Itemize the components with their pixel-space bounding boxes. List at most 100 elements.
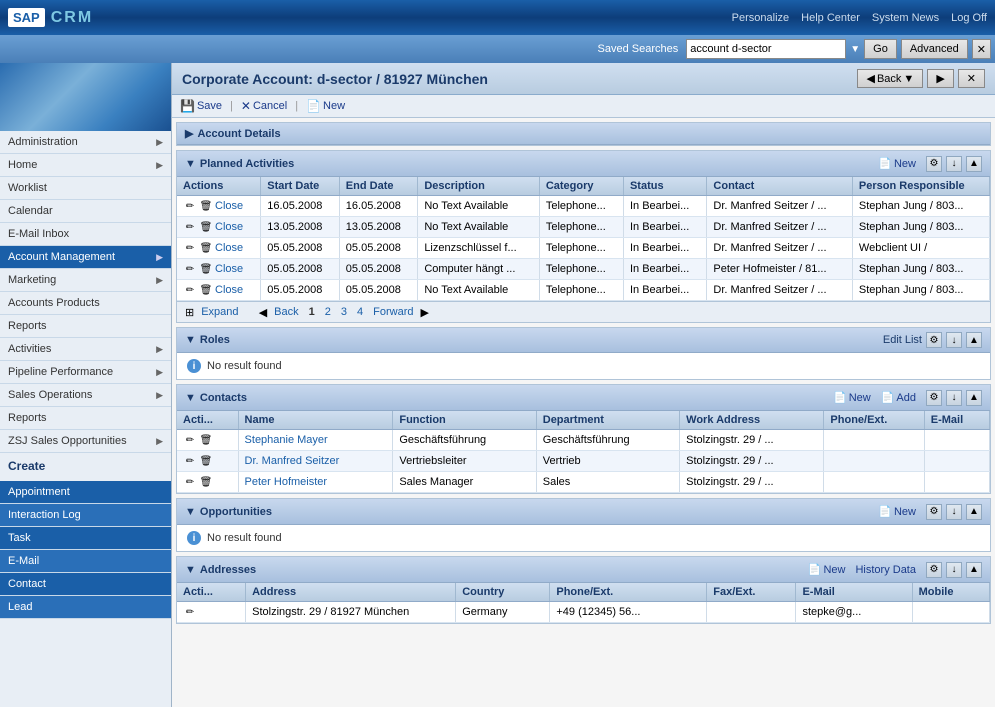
edit-icon[interactable]: ✏ — [183, 220, 197, 234]
page-4[interactable]: 4 — [354, 305, 366, 319]
edit-icon[interactable]: ✏ — [183, 454, 197, 468]
contacts-new-button[interactable]: 📄 New — [833, 391, 871, 404]
addr-history-button[interactable]: History Data — [855, 564, 916, 576]
section-config-icon[interactable]: ⚙ — [926, 156, 942, 172]
log-off-link[interactable]: Log Off — [951, 12, 987, 24]
delete-icon[interactable]: 🗑 — [199, 241, 213, 255]
sidebar-item-activities[interactable]: Activities ▶ — [0, 338, 171, 361]
page-3[interactable]: 3 — [338, 305, 350, 319]
edit-list-btn[interactable]: Edit List — [883, 334, 922, 346]
sidebar-item-email-inbox[interactable]: E-Mail Inbox — [0, 223, 171, 246]
opportunities-header[interactable]: ▼ Opportunities 📄 New ⚙ ↓ ▲ — [177, 499, 990, 525]
delete-icon[interactable]: 🗑 — [199, 475, 213, 489]
sidebar-item-marketing[interactable]: Marketing ▶ — [0, 269, 171, 292]
page-2[interactable]: 2 — [322, 305, 334, 319]
cell-name[interactable]: Peter Hofmeister — [238, 472, 393, 493]
addr-new-button[interactable]: 📄 New — [808, 563, 846, 576]
roles-header[interactable]: ▼ Roles Edit List ⚙ ↓ ▲ — [177, 328, 990, 353]
create-lead[interactable]: Lead — [0, 596, 171, 619]
roles-config-icon[interactable]: ⚙ — [926, 332, 942, 348]
section-collapse-icon[interactable]: ▲ — [966, 156, 982, 172]
roles-export-icon[interactable]: ↓ — [946, 332, 962, 348]
addr-export-icon[interactable]: ↓ — [946, 562, 962, 578]
sidebar-item-account-management[interactable]: Account Management ▶ — [0, 246, 171, 269]
sidebar-item-calendar[interactable]: Calendar — [0, 200, 171, 223]
sidebar-item-worklist[interactable]: Worklist — [0, 177, 171, 200]
pagination-forward[interactable]: Forward — [370, 305, 416, 319]
edit-icon[interactable]: ✏ — [183, 199, 197, 213]
create-title: Create — [8, 459, 163, 473]
cell-department: Sales — [536, 472, 679, 493]
contacts-export-icon[interactable]: ↓ — [946, 390, 962, 406]
create-contact[interactable]: Contact — [0, 573, 171, 596]
cell-address: Stolzingstr. 29 / 81927 München — [246, 602, 456, 623]
personalize-link[interactable]: Personalize — [732, 12, 789, 24]
create-appointment[interactable]: Appointment — [0, 481, 171, 504]
contacts-config-icon[interactable]: ⚙ — [926, 390, 942, 406]
section-export-icon[interactable]: ↓ — [946, 156, 962, 172]
opps-new-button[interactable]: 📄 New — [878, 505, 916, 518]
back-dropdown-icon[interactable]: ▼ — [903, 73, 914, 85]
system-news-link[interactable]: System News — [872, 12, 939, 24]
sidebar-item-reports-1[interactable]: Reports — [0, 315, 171, 338]
close-link[interactable]: Close — [215, 284, 243, 296]
edit-icon[interactable]: ✏ — [183, 262, 197, 276]
close-link[interactable]: Close — [215, 242, 243, 254]
close-window-button[interactable]: ✕ — [958, 69, 985, 88]
contacts-collapse-icon[interactable]: ▲ — [966, 390, 982, 406]
addr-collapse-icon[interactable]: ▲ — [966, 562, 982, 578]
delete-icon[interactable]: 🗑 — [199, 220, 213, 234]
edit-icon[interactable]: ✏ — [183, 475, 197, 489]
create-email[interactable]: E-Mail — [0, 550, 171, 573]
expand-btn[interactable]: ⊞ — [185, 306, 194, 319]
addresses-header[interactable]: ▼ Addresses 📄 New History Data ⚙ ↓ — [177, 557, 990, 583]
create-interaction-log[interactable]: Interaction Log — [0, 504, 171, 527]
cell-name[interactable]: Stephanie Mayer — [238, 430, 393, 451]
edit-icon[interactable]: ✏ — [183, 283, 197, 297]
sidebar-item-reports-2[interactable]: Reports — [0, 407, 171, 430]
delete-icon[interactable]: 🗑 — [199, 199, 213, 213]
edit-icon[interactable]: ✏ — [183, 241, 197, 255]
delete-icon[interactable]: 🗑 — [199, 454, 213, 468]
delete-icon[interactable]: 🗑 — [199, 283, 213, 297]
page-1[interactable]: 1 — [306, 305, 318, 319]
edit-icon[interactable]: ✏ — [183, 433, 197, 447]
edit-icon[interactable]: ✏ — [183, 605, 197, 619]
contacts-header[interactable]: ▼ Contacts 📄 New 📄 Add ⚙ — [177, 385, 990, 411]
roles-collapse-icon[interactable]: ▲ — [966, 332, 982, 348]
saved-searches-input[interactable] — [686, 39, 846, 59]
opps-config-icon[interactable]: ⚙ — [926, 504, 942, 520]
back-button[interactable]: ◀ Back ▼ — [857, 69, 923, 88]
close-button[interactable]: ✕ — [972, 39, 991, 59]
planned-activities-new-button[interactable]: 📄 New — [878, 157, 916, 170]
advanced-button[interactable]: Advanced — [901, 39, 968, 59]
sidebar-item-administration[interactable]: Administration ▶ — [0, 131, 171, 154]
close-link[interactable]: Close — [215, 263, 243, 275]
contacts-add-button[interactable]: 📄 Add — [881, 391, 916, 404]
planned-activities-header[interactable]: ▼ Planned Activities 📄 New ⚙ ↓ ▲ — [177, 151, 990, 177]
expand-link[interactable]: Expand — [198, 305, 241, 319]
addr-config-icon[interactable]: ⚙ — [926, 562, 942, 578]
sidebar-item-pipeline-performance[interactable]: Pipeline Performance ▶ — [0, 361, 171, 384]
account-details-header[interactable]: ▶ Account Details — [177, 123, 990, 145]
close-link[interactable]: Close — [215, 200, 243, 212]
opps-collapse-icon[interactable]: ▲ — [966, 504, 982, 520]
go-button[interactable]: Go — [864, 39, 897, 59]
help-center-link[interactable]: Help Center — [801, 12, 860, 24]
create-task[interactable]: Task — [0, 527, 171, 550]
sidebar-item-accounts-products[interactable]: Accounts Products — [0, 292, 171, 315]
delete-icon[interactable]: 🗑 — [199, 433, 213, 447]
opps-export-icon[interactable]: ↓ — [946, 504, 962, 520]
dropdown-arrow-icon[interactable]: ▼ — [850, 44, 860, 55]
sidebar-item-zsj-sales[interactable]: ZSJ Sales Opportunities ▶ — [0, 430, 171, 453]
sidebar-item-home[interactable]: Home ▶ — [0, 154, 171, 177]
sidebar-item-sales-operations[interactable]: Sales Operations ▶ — [0, 384, 171, 407]
new-button[interactable]: 📄 New — [306, 99, 345, 113]
close-link[interactable]: Close — [215, 221, 243, 233]
forward-button[interactable]: ▶ — [927, 69, 953, 88]
delete-icon[interactable]: 🗑 — [199, 262, 213, 276]
cancel-button[interactable]: ✕ Cancel — [241, 99, 287, 113]
cell-name[interactable]: Dr. Manfred Seitzer — [238, 451, 393, 472]
pagination-back[interactable]: Back — [271, 305, 301, 319]
save-button[interactable]: 💾 Save — [180, 99, 222, 113]
